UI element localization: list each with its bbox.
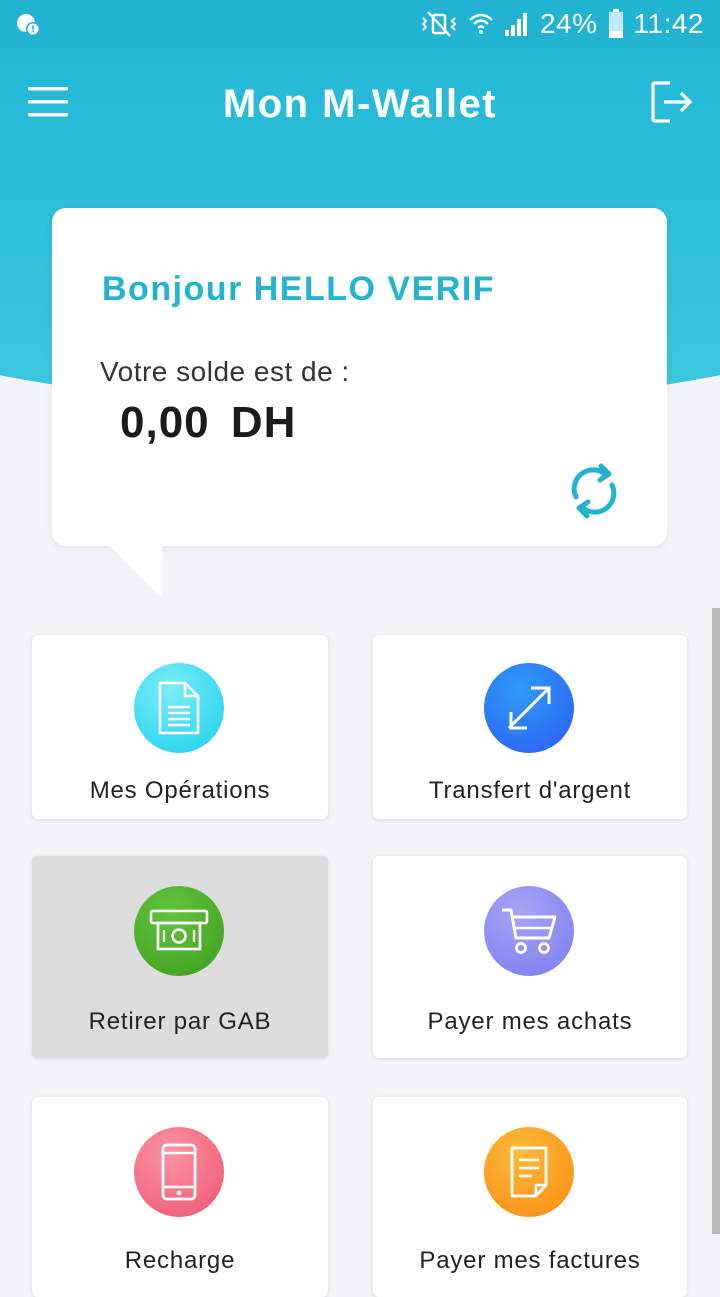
menu-button[interactable]	[20, 74, 76, 130]
tile-icon-circle	[134, 886, 224, 976]
tile-label: Mes Opérations	[89, 777, 271, 804]
balance-card: Bonjour HELLO VERIF Votre solde est de :…	[52, 208, 667, 546]
tile-label: Transfert d'argent	[428, 777, 632, 804]
bill-icon	[510, 1146, 548, 1198]
signal-icon	[504, 13, 527, 36]
tile-label: Recharge	[124, 1247, 236, 1274]
refresh-icon	[571, 463, 617, 519]
smartphone-icon	[161, 1143, 197, 1201]
tile-mes-operations[interactable]: Mes Opérations	[32, 635, 328, 819]
logout-icon	[651, 81, 693, 123]
balance-label: Votre solde est de :	[100, 356, 350, 387]
scrollbar[interactable]	[712, 608, 720, 1234]
app-bar: Mon M-Wallet	[0, 48, 720, 166]
tile-icon-circle	[484, 886, 574, 976]
tile-transfert-argent[interactable]: Transfert d'argent	[373, 635, 687, 819]
hamburger-menu-icon	[28, 87, 68, 117]
document-icon	[158, 681, 200, 735]
tile-payer-achats[interactable]: Payer mes achats	[373, 856, 687, 1058]
shopping-cart-icon	[502, 908, 557, 954]
tile-label: Payer mes achats	[427, 1008, 633, 1035]
tile-icon-circle	[134, 1127, 224, 1217]
tile-recharge[interactable]: Recharge	[32, 1097, 328, 1297]
tile-payer-factures[interactable]: Payer mes factures	[373, 1097, 687, 1297]
balance-amount: 0,00	[120, 398, 210, 447]
tile-retirer-gab[interactable]: Retirer par GAB	[32, 856, 328, 1058]
cash-withdrawal-icon	[149, 909, 209, 951]
tile-label: Retirer par GAB	[88, 1008, 272, 1035]
notification-icon	[17, 14, 40, 36]
status-bar: 24% 11:42	[0, 0, 720, 48]
tile-label: Payer mes factures	[419, 1247, 641, 1274]
transfer-arrows-icon	[507, 686, 551, 730]
tile-icon-circle	[134, 663, 224, 753]
clock: 11:42	[633, 8, 704, 39]
mute-vibrate-icon	[421, 11, 457, 37]
battery-icon	[608, 9, 623, 38]
battery-percent: 24%	[539, 8, 598, 39]
tile-icon-circle	[484, 663, 574, 753]
balance-value: 0,00 DH	[120, 398, 296, 448]
greeting-text: Bonjour HELLO VERIF	[102, 270, 496, 308]
logout-button[interactable]	[644, 74, 700, 130]
refresh-button[interactable]	[565, 462, 623, 520]
tile-icon-circle	[484, 1127, 574, 1217]
page-title: Mon M-Wallet	[222, 82, 498, 126]
balance-currency: DH	[230, 398, 297, 447]
wifi-icon	[469, 13, 493, 34]
card-pointer	[110, 546, 162, 598]
